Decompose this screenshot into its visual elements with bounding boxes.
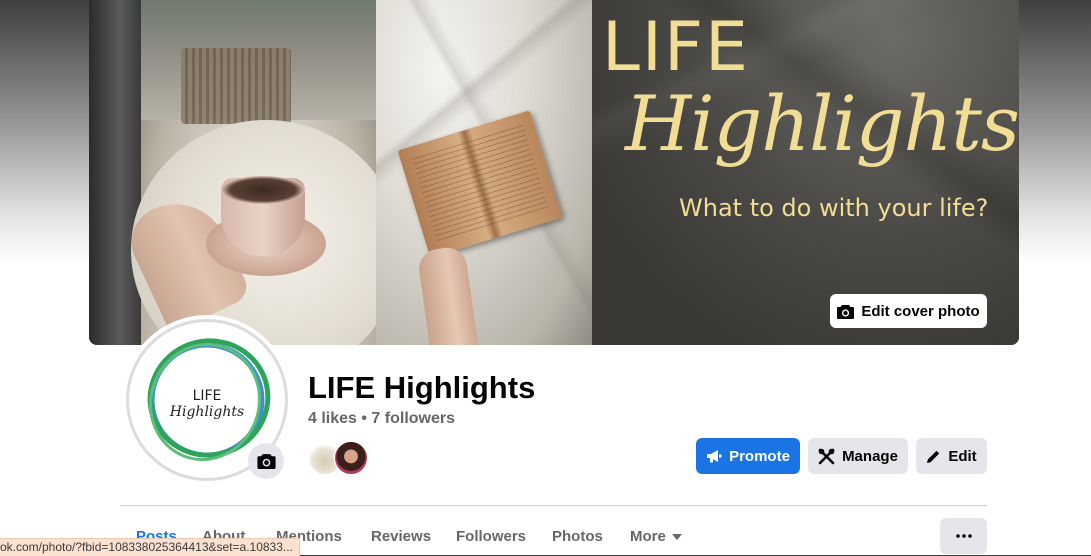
ellipsis-icon [955, 534, 972, 538]
logo-text-line1: LIFE [193, 388, 222, 404]
manage-label: Manage [842, 447, 898, 465]
tools-icon [818, 448, 835, 465]
tab-followers[interactable]: Followers [456, 528, 526, 545]
manage-button[interactable]: Manage [808, 438, 908, 474]
camera-icon [256, 453, 276, 469]
cover-photo[interactable]: LIFE Highlights What to do with your lif… [89, 0, 1019, 345]
cover-photo-book-panel [376, 0, 592, 345]
follower-avatar[interactable] [334, 441, 368, 475]
page-title[interactable]: LIFE Highlights [308, 370, 535, 406]
status-bar-url: ok.com/photo/?fbid=108338025364413&set=a… [0, 538, 300, 556]
more-options-button[interactable] [940, 518, 987, 554]
edit-cover-photo-label: Edit cover photo [861, 302, 980, 320]
tab-photos[interactable]: Photos [552, 528, 603, 545]
cover-title-line2: Highlights [625, 79, 1019, 168]
edit-cover-photo-button[interactable]: Edit cover photo [830, 294, 987, 328]
logo-text-line2: Highlights [169, 404, 244, 420]
promote-button[interactable]: Promote [696, 438, 800, 474]
promote-label: Promote [729, 447, 790, 465]
cover-title-line1: LIFE [602, 8, 751, 87]
tab-more-label: More [630, 528, 666, 545]
follower-avatars[interactable] [308, 441, 378, 475]
cafe-chair [181, 48, 291, 124]
page-stats[interactable]: 4 likes • 7 followers [308, 410, 455, 428]
pencil-icon [926, 449, 941, 464]
chevron-down-icon [671, 533, 682, 540]
cover-subtitle: What to do with your life? [679, 194, 989, 222]
tab-reviews[interactable]: Reviews [371, 528, 431, 545]
edit-button[interactable]: Edit [916, 438, 987, 474]
megaphone-icon [706, 449, 722, 463]
header-divider [120, 505, 987, 506]
cover-photo-strip [89, 0, 141, 345]
cover-photo-coffee-panel [119, 0, 401, 345]
tab-more[interactable]: More [630, 528, 682, 545]
edit-label: Edit [948, 447, 977, 465]
update-profile-picture-button[interactable] [248, 443, 284, 479]
camera-icon [837, 304, 855, 319]
